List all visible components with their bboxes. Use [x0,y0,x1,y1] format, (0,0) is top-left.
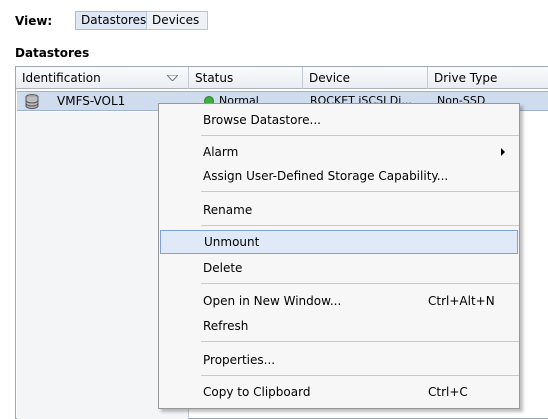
table-header: Identification Status Device Drive Type [16,67,548,89]
menu-item-label: Delete [203,261,243,275]
view-label: View: [15,14,53,28]
menu-separator [201,135,519,136]
menu-separator [201,225,519,226]
menu-item-refresh[interactable]: Refresh [160,314,518,338]
menu-item-label: Refresh [203,319,249,333]
menu-shortcut: Ctrl+C [428,385,468,399]
menu-item-label: Rename [203,203,253,217]
datastore-icon [25,94,39,109]
context-menu: Browse Datastore... Alarm Assign User-De… [158,103,520,409]
menu-item-properties[interactable]: Properties... [160,348,518,372]
column-header-device[interactable]: Device [303,67,428,89]
menu-item-label: Copy to Clipboard [203,385,311,399]
menu-item-label: Assign User-Defined Storage Capability..… [203,169,449,183]
menu-separator [201,191,519,192]
menu-item-label: Properties... [203,353,276,367]
menu-separator [201,375,519,376]
menu-item-label: Browse Datastore... [203,113,321,127]
menu-item-alarm[interactable]: Alarm [160,140,518,164]
column-header-identification[interactable]: Identification [16,67,189,89]
menu-separator [201,341,519,342]
view-devices-button[interactable]: Devices [146,11,208,30]
submenu-arrow-icon [501,148,505,156]
menu-item-label: Unmount [204,235,260,249]
menu-item-assign-storage-capability[interactable]: Assign User-Defined Storage Capability..… [160,164,518,188]
menu-item-label: Open in New Window... [203,294,342,308]
menu-item-unmount[interactable]: Unmount [160,230,518,254]
menu-item-label: Alarm [203,145,239,159]
sort-arrow-icon[interactable] [167,75,178,81]
menu-item-delete[interactable]: Delete [160,256,518,280]
view-datastores-button[interactable]: Datastores [75,11,147,30]
menu-item-browse-datastore[interactable]: Browse Datastore... [160,108,518,132]
menu-item-rename[interactable]: Rename [160,198,518,222]
menu-item-copy-to-clipboard[interactable]: Copy to Clipboard Ctrl+C [160,380,518,404]
view-bar: View: Datastores Devices [0,0,548,39]
column-header-status[interactable]: Status [189,67,303,89]
menu-separator [201,283,519,284]
menu-item-open-new-window[interactable]: Open in New Window... Ctrl+Alt+N [160,289,518,313]
menu-shortcut: Ctrl+Alt+N [428,294,495,308]
column-header-drive-type[interactable]: Drive Type [428,67,548,89]
section-title: Datastores [15,46,90,60]
